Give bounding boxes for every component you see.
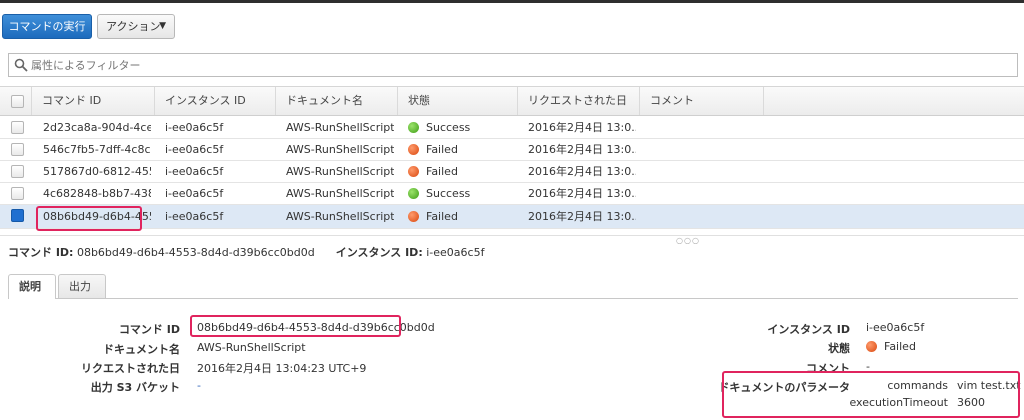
chevron-down-icon: ▼ [159,21,166,31]
cell-comment [650,117,758,139]
selection-summary: コマンド ID: 08b6bd49-d6b4-4553-8d4d-d39b6cc… [8,244,484,260]
detail-label-status: 状態 [828,342,850,355]
cell-document-name: AWS-RunShellScript [286,210,394,223]
col-instance-id[interactable]: インスタンス ID [155,87,276,115]
detail-label-output-s3-bucket: 出力 S3 バケット [90,381,180,394]
tab-output[interactable]: 出力 [58,274,106,298]
table-row[interactable]: 517867d0-6812-455... i-ee0a6c5f AWS-RunS… [0,161,1024,183]
top-border [0,0,1024,3]
cell-status: Failed [408,161,516,183]
cell-instance-id: i-ee0a6c5f [165,187,224,200]
table-row[interactable]: 4c682848-b8b7-438... i-ee0a6c5f AWS-RunS… [0,183,1024,205]
actions-dropdown[interactable]: アクション ▼ [97,14,175,39]
detail-value-document-name: AWS-RunShellScript [197,341,306,354]
detail-status-text: Failed [884,340,916,353]
cell-instance-id: i-ee0a6c5f [165,143,224,156]
cell-document-name: AWS-RunShellScript [286,187,394,200]
cell-status: Failed [408,139,516,161]
table-row-selected[interactable]: 08b6bd49-d6b4-455... i-ee0a6c5f AWS-RunS… [0,205,1024,229]
run-command-button[interactable]: コマンドの実行 [2,14,92,39]
cell-command-id: 2d23ca8a-904d-4ce... [43,121,151,134]
status-text: Failed [426,143,458,156]
cell-status: Success [408,117,516,139]
detail-value-instance-id: i-ee0a6c5f [866,321,925,334]
row-checkbox[interactable] [11,187,24,200]
cell-requested-date: 2016年2月4日 13:0... [528,165,636,178]
cell-requested-date: 2016年2月4日 13:0... [528,187,636,200]
detail-tabs: 説明 出力 [8,274,1018,299]
cell-document-name: AWS-RunShellScript [286,165,394,178]
table-header: コマンド ID インスタンス ID ドキュメント名 状態 リクエストされた日 コ… [0,86,1024,116]
cell-status: Failed [408,205,516,229]
failed-status-icon [866,341,877,352]
cell-comment [650,205,758,229]
failed-status-icon [408,166,419,177]
table-row[interactable]: 546c7fb5-7dff-4c8c-... i-ee0a6c5f AWS-Ru… [0,139,1024,161]
failed-status-icon [408,211,419,222]
col-requested-date[interactable]: リクエストされた日 [518,87,640,115]
status-text: Failed [426,210,458,223]
row-checkbox[interactable] [11,165,24,178]
cell-command-id: 517867d0-6812-455... [43,165,151,178]
filter-search[interactable] [8,53,1018,77]
resize-handle-icon[interactable]: ○○○ [676,236,700,245]
row-checkbox-checked[interactable] [11,209,24,222]
table-row[interactable]: 2d23ca8a-904d-4ce... i-ee0a6c5f AWS-RunS… [0,117,1024,139]
cell-document-name: AWS-RunShellScript [286,121,394,134]
highlight-box-command-id [190,315,401,337]
pane-divider [0,235,1024,236]
cell-requested-date: 2016年2月4日 13:0... [528,210,636,223]
success-status-icon [408,122,419,133]
status-text: Success [426,121,471,134]
cell-instance-id: i-ee0a6c5f [165,210,224,223]
cell-command-id: 546c7fb5-7dff-4c8c-... [43,143,151,156]
detail-label-instance-id: インスタンス ID [767,323,850,336]
col-document-name[interactable]: ドキュメント名 [276,87,398,115]
cell-requested-date: 2016年2月4日 13:0... [528,143,636,156]
status-text: Success [426,187,471,200]
failed-status-icon [408,144,419,155]
summary-instance-value: i-ee0a6c5f [426,246,485,259]
cell-instance-id: i-ee0a6c5f [165,121,224,134]
select-all-checkbox[interactable] [11,95,24,108]
cell-command-id: 4c682848-b8b7-438... [43,187,151,200]
row-checkbox[interactable] [11,121,24,134]
cell-status: Success [408,183,516,205]
search-icon [14,58,28,72]
filter-input[interactable] [31,56,991,74]
row-checkbox[interactable] [11,143,24,156]
detail-value-output-s3-bucket[interactable]: - [197,379,201,392]
tab-description[interactable]: 説明 [8,274,56,299]
detail-label-document-name: ドキュメント名 [103,343,180,356]
highlight-box-row-command-id [36,206,142,231]
detail-label-requested-date: リクエストされた日 [81,362,180,375]
status-text: Failed [426,165,458,178]
summary-command-label: コマンド ID: [8,246,74,259]
detail-value-requested-date: 2016年2月4日 13:04:23 UTC+9 [197,362,367,375]
cell-instance-id: i-ee0a6c5f [165,165,224,178]
summary-command-value: 08b6bd49-d6b4-4553-8d4d-d39b6cc0bd0d [76,246,315,259]
cell-document-name: AWS-RunShellScript [286,143,394,156]
cell-comment [650,161,758,183]
cell-comment [650,139,758,161]
col-status[interactable]: 状態 [398,87,518,115]
detail-label-command-id: コマンド ID [118,323,180,336]
highlight-box-document-parameters [722,371,1020,418]
col-command-id[interactable]: コマンド ID [32,87,155,115]
summary-instance-label: インスタンス ID: [335,246,423,259]
header-select-all-cell [0,87,32,115]
detail-value-status: Failed [866,340,916,353]
success-status-icon [408,188,419,199]
actions-label: アクション [106,20,161,33]
cell-requested-date: 2016年2月4日 13:0... [528,121,636,134]
cell-comment [650,183,758,205]
col-comment[interactable]: コメント [640,87,764,115]
